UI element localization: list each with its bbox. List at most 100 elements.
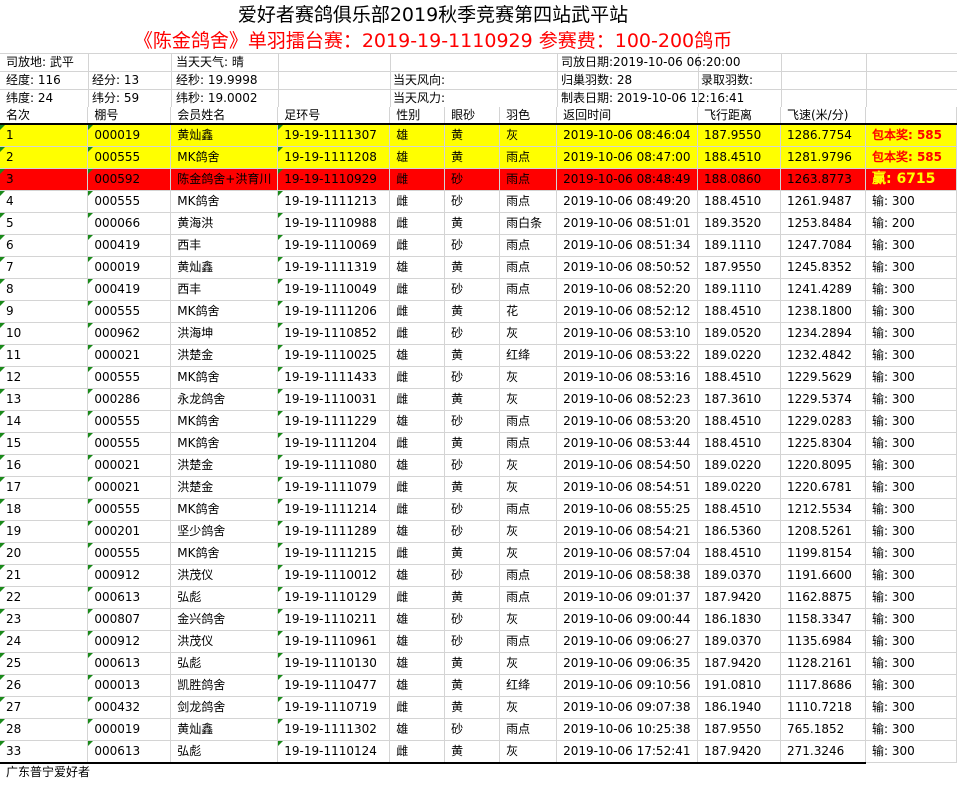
table-cell[interactable]: 弘彪 bbox=[170, 586, 279, 609]
table-cell[interactable]: 黄 bbox=[444, 674, 501, 697]
table-cell[interactable]: 1263.8773 bbox=[780, 168, 866, 191]
table-cell[interactable]: 雨点 bbox=[499, 234, 558, 257]
table-cell[interactable]: 雄 bbox=[389, 608, 446, 631]
table-cell[interactable]: 灰 bbox=[499, 476, 558, 499]
table-cell[interactable]: 000066 bbox=[87, 212, 172, 235]
column-header[interactable]: 羽色 bbox=[499, 107, 558, 125]
prize-cell[interactable]: 输: 300 bbox=[865, 652, 957, 675]
table-cell[interactable]: 黄 bbox=[444, 300, 501, 323]
table-cell[interactable]: 坚少鸽舍 bbox=[170, 520, 279, 543]
table-cell[interactable]: 000613 bbox=[87, 740, 172, 763]
table-cell[interactable]: 19 bbox=[0, 520, 89, 543]
table-cell[interactable]: 189.1110 bbox=[697, 234, 781, 257]
prize-cell[interactable]: 输: 300 bbox=[865, 696, 957, 719]
table-cell[interactable]: 19-19-1111289 bbox=[277, 520, 391, 543]
table-cell[interactable]: 19-19-1111319 bbox=[277, 256, 391, 279]
table-cell[interactable]: 雨点 bbox=[499, 718, 558, 741]
table-cell[interactable]: 19-19-1111307 bbox=[277, 124, 391, 147]
table-cell[interactable]: 000555 bbox=[87, 366, 172, 389]
table-cell[interactable]: 19-19-1110031 bbox=[277, 388, 391, 411]
table-cell[interactable]: 1158.3347 bbox=[780, 608, 866, 631]
table-cell[interactable]: 灰 bbox=[499, 608, 558, 631]
table-cell[interactable]: 19-19-1111213 bbox=[277, 190, 391, 213]
table-cell[interactable]: MK鸽舍 bbox=[170, 432, 279, 455]
table-cell[interactable]: 000592 bbox=[87, 168, 172, 191]
table-cell[interactable]: 雄 bbox=[389, 454, 446, 477]
table-cell[interactable]: 16 bbox=[0, 454, 89, 477]
table-cell[interactable]: 雄 bbox=[389, 410, 446, 433]
table-cell[interactable]: 雌 bbox=[389, 388, 446, 411]
table-cell[interactable]: 1191.6600 bbox=[780, 564, 866, 587]
table-cell[interactable]: 187.3610 bbox=[697, 388, 781, 411]
prize-cell[interactable]: 输: 300 bbox=[865, 322, 957, 345]
table-cell[interactable]: 砂 bbox=[444, 564, 501, 587]
table-cell[interactable]: 1247.7084 bbox=[780, 234, 866, 257]
table-cell[interactable]: 2 bbox=[0, 146, 89, 169]
prize-cell[interactable]: 输: 300 bbox=[865, 366, 957, 389]
table-cell[interactable]: 雌 bbox=[389, 542, 446, 565]
table-cell[interactable]: 黄 bbox=[444, 740, 501, 763]
prize-cell[interactable]: 输: 300 bbox=[865, 542, 957, 565]
column-header[interactable]: 会员姓名 bbox=[170, 107, 279, 125]
table-cell[interactable]: 雨点 bbox=[499, 190, 558, 213]
table-cell[interactable]: 砂 bbox=[444, 322, 501, 345]
table-cell[interactable]: 000419 bbox=[87, 234, 172, 257]
table-cell[interactable]: 黄 bbox=[444, 696, 501, 719]
prize-cell[interactable]: 输: 300 bbox=[865, 454, 957, 477]
table-cell[interactable]: 1220.8095 bbox=[780, 454, 866, 477]
table-cell[interactable]: 黄 bbox=[444, 256, 501, 279]
table-cell[interactable]: 雌 bbox=[389, 476, 446, 499]
table-cell[interactable]: 13 bbox=[0, 388, 89, 411]
table-cell[interactable]: 2019-10-06 08:52:12 bbox=[556, 300, 699, 323]
table-cell[interactable]: 洪楚金 bbox=[170, 454, 279, 477]
column-header[interactable]: 眼砂 bbox=[444, 107, 501, 125]
table-cell[interactable]: 188.4510 bbox=[697, 432, 781, 455]
table-cell[interactable]: 雨点 bbox=[499, 168, 558, 191]
prize-cell[interactable]: 输: 300 bbox=[865, 476, 957, 499]
table-cell[interactable]: 19-19-1111302 bbox=[277, 718, 391, 741]
table-cell[interactable]: 黄灿鑫 bbox=[170, 256, 279, 279]
table-cell[interactable]: 27 bbox=[0, 696, 89, 719]
table-cell[interactable]: 1 bbox=[0, 124, 89, 147]
table-cell[interactable]: 3 bbox=[0, 168, 89, 191]
table-cell[interactable]: 20 bbox=[0, 542, 89, 565]
table-cell[interactable]: 186.5360 bbox=[697, 520, 781, 543]
table-cell[interactable]: 1232.4842 bbox=[780, 344, 866, 367]
table-cell[interactable]: 黄灿鑫 bbox=[170, 718, 279, 741]
column-header[interactable]: 飞速(米/分) bbox=[780, 107, 866, 125]
table-cell[interactable]: 2019-10-06 10:25:38 bbox=[556, 718, 699, 741]
prize-cell[interactable]: 输: 300 bbox=[865, 300, 957, 323]
table-cell[interactable]: 19-19-1111433 bbox=[277, 366, 391, 389]
table-cell[interactable]: 187.9420 bbox=[697, 740, 781, 763]
table-cell[interactable]: 雄 bbox=[389, 630, 446, 653]
table-cell[interactable]: 2019-10-06 08:51:01 bbox=[556, 212, 699, 235]
table-cell[interactable]: 1286.7754 bbox=[780, 124, 866, 147]
table-cell[interactable]: 黄 bbox=[444, 146, 501, 169]
table-cell[interactable]: 19-19-1110719 bbox=[277, 696, 391, 719]
table-cell[interactable]: 雨点 bbox=[499, 586, 558, 609]
table-cell[interactable]: 000555 bbox=[87, 410, 172, 433]
table-cell[interactable]: 灰 bbox=[499, 366, 558, 389]
table-cell[interactable]: 1234.2894 bbox=[780, 322, 866, 345]
table-cell[interactable]: 砂 bbox=[444, 366, 501, 389]
table-cell[interactable]: 186.1830 bbox=[697, 608, 781, 631]
table-cell[interactable]: 26 bbox=[0, 674, 89, 697]
table-cell[interactable]: 1225.8304 bbox=[780, 432, 866, 455]
table-cell[interactable]: 1261.9487 bbox=[780, 190, 866, 213]
table-cell[interactable]: 洪楚金 bbox=[170, 476, 279, 499]
table-cell[interactable]: 5 bbox=[0, 212, 89, 235]
table-cell[interactable]: 1220.6781 bbox=[780, 476, 866, 499]
table-cell[interactable]: 灰 bbox=[499, 520, 558, 543]
table-cell[interactable]: 187.9420 bbox=[697, 586, 781, 609]
table-cell[interactable]: 2019-10-06 09:06:27 bbox=[556, 630, 699, 653]
table-cell[interactable]: 雨点 bbox=[499, 498, 558, 521]
table-cell[interactable]: 2019-10-06 08:52:20 bbox=[556, 278, 699, 301]
table-cell[interactable]: 凯胜鸽舍 bbox=[170, 674, 279, 697]
table-cell[interactable]: 1229.5629 bbox=[780, 366, 866, 389]
table-cell[interactable]: 1245.8352 bbox=[780, 256, 866, 279]
table-cell[interactable]: 000962 bbox=[87, 322, 172, 345]
table-cell[interactable]: 18 bbox=[0, 498, 89, 521]
table-cell[interactable]: 西丰 bbox=[170, 234, 279, 257]
table-cell[interactable]: 6 bbox=[0, 234, 89, 257]
table-cell[interactable]: MK鸽舍 bbox=[170, 366, 279, 389]
